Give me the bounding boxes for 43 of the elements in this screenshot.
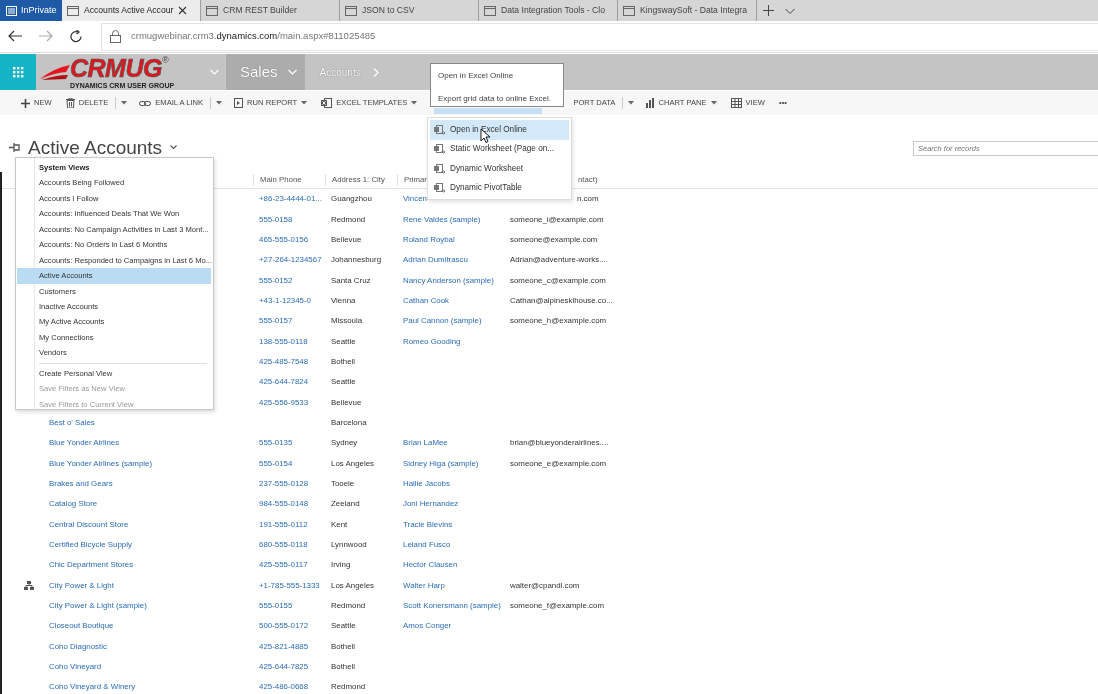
address-bar[interactable]: crmugwebinar.crm3.dynamics.com/main.aspx#811025485 — [101, 22, 1098, 51]
refresh-icon — [70, 30, 85, 43]
chevron-down-icon — [785, 7, 795, 14]
tooltip-text: Export grid data to online Excel. — [438, 93, 552, 105]
menu-item[interactable]: Static Worksheet (Page on... — [430, 139, 569, 159]
swoosh-icon — [40, 63, 70, 81]
spreadsheet-icon — [434, 144, 445, 155]
chevron-down-icon — [287, 69, 297, 75]
chevron-down-icon — [210, 69, 219, 75]
report-icon — [234, 98, 244, 108]
grid-icon — [12, 66, 24, 78]
tooltip-title: Open in Excel Online — [438, 70, 515, 82]
back-arrow-icon — [8, 30, 23, 43]
plus-icon — [762, 5, 774, 16]
page-icon — [67, 5, 79, 16]
pin-icon — [9, 142, 20, 153]
menu-item[interactable]: Dynamic Worksheet — [430, 159, 569, 179]
trash-icon — [65, 98, 75, 108]
spreadsheet-icon — [321, 98, 333, 108]
url-text: crmugwebinar.crm3.dynamics.com/main.aspx#811025485 — [131, 29, 376, 44]
page-icon — [206, 5, 218, 16]
chevron-right-icon — [372, 67, 379, 77]
lock-icon — [110, 30, 121, 43]
spreadsheet-icon — [434, 163, 445, 174]
private-icon — [6, 5, 17, 16]
private-label: InPrivate — [21, 3, 57, 17]
logo-text: CRMUG® — [70, 55, 170, 81]
table-icon — [730, 98, 742, 108]
forward-arrow-icon — [39, 30, 54, 43]
page-icon — [484, 5, 496, 16]
spreadsheet-icon — [434, 183, 445, 194]
close-icon — [178, 6, 188, 15]
browser-tab[interactable]: Accounts Active Accour — [62, 0, 201, 21]
page-icon — [623, 5, 635, 16]
link-icon — [139, 99, 152, 107]
chevron-down-icon — [170, 145, 178, 150]
bar-chart-icon — [646, 98, 655, 108]
menu-item[interactable]: Open in Excel Online — [430, 120, 569, 140]
page-icon — [345, 5, 357, 16]
spreadsheet-icon — [434, 124, 445, 135]
view-selector[interactable]: Active Accounts — [28, 138, 178, 157]
plus-icon — [21, 98, 30, 108]
menu-item[interactable]: Dynamic PivotTable — [430, 178, 569, 198]
